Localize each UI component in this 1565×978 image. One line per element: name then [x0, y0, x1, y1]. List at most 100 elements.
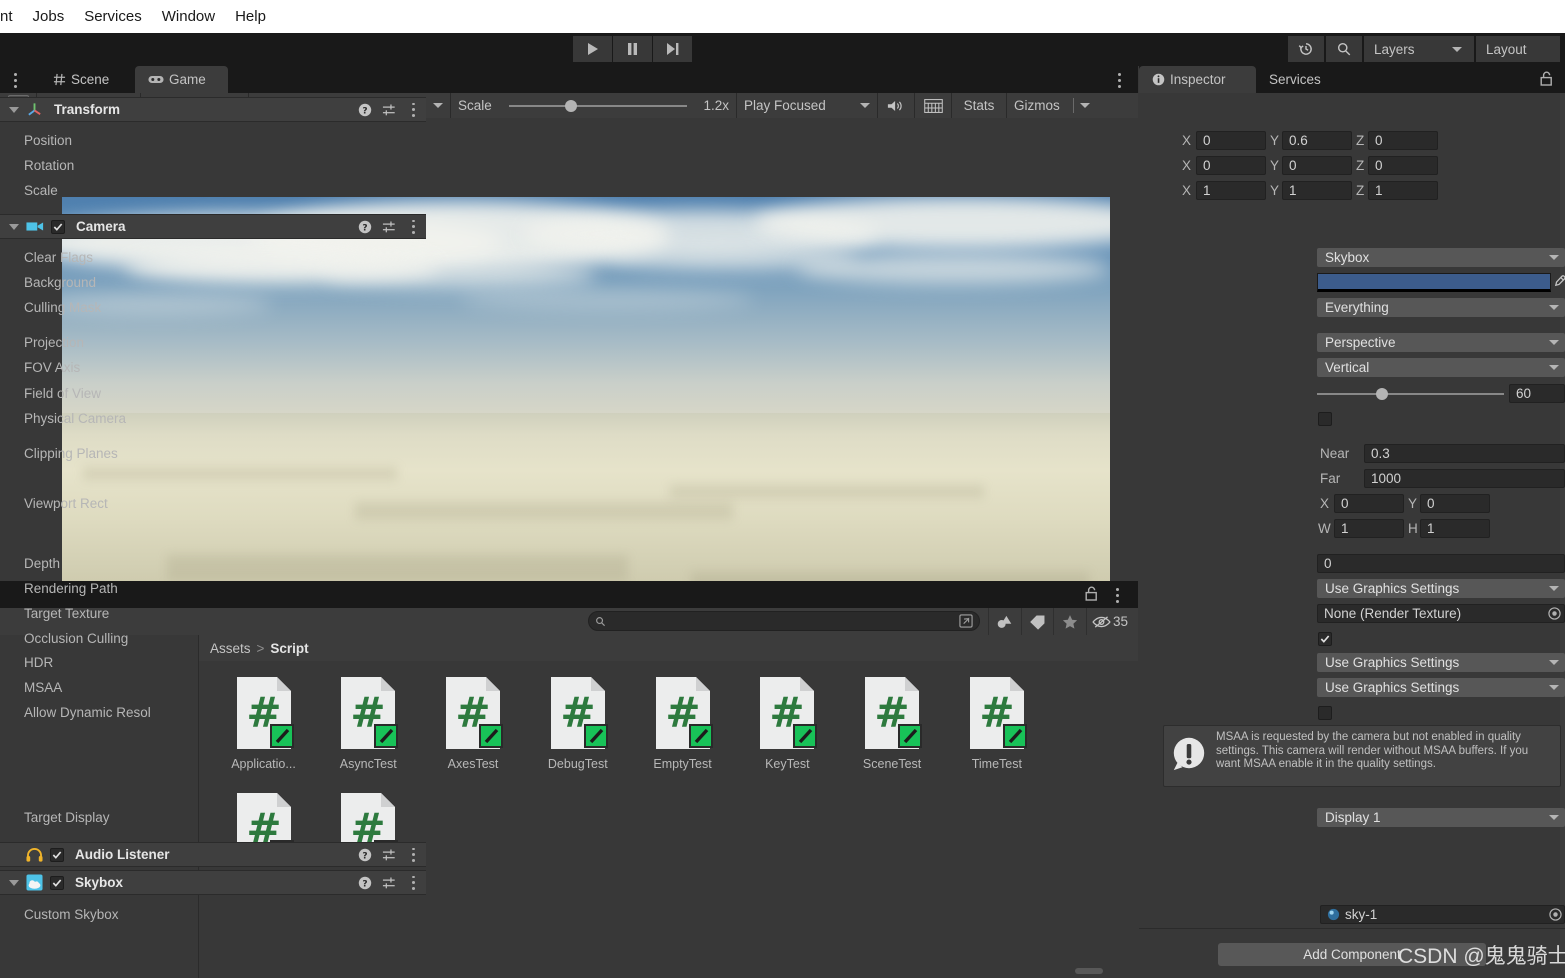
background-color-swatch[interactable] — [1317, 273, 1551, 292]
inspector-scrollbar[interactable] — [1560, 93, 1565, 978]
project-options-kebab-icon[interactable] — [1110, 584, 1124, 606]
eyedropper-icon[interactable] — [1553, 274, 1565, 291]
help-icon[interactable]: ? — [358, 103, 372, 117]
allow-dynamic-resolution-checkbox[interactable] — [1318, 705, 1332, 720]
preset-icon[interactable] — [382, 220, 396, 234]
menu-item-jobs[interactable]: Jobs — [23, 8, 75, 25]
projection-dropdown[interactable]: Perspective — [1317, 333, 1565, 352]
rendering-path-dropdown[interactable]: Use Graphics Settings — [1317, 579, 1565, 598]
object-picker-icon[interactable] — [1548, 607, 1561, 620]
game-panel-options-kebab-icon[interactable] — [1112, 69, 1126, 91]
position-z-field[interactable]: 0 — [1368, 131, 1438, 150]
pause-button[interactable] — [613, 36, 652, 62]
stats-button[interactable]: Stats — [952, 93, 1006, 118]
viewport-x-field[interactable]: 0 — [1334, 494, 1404, 513]
asset-item[interactable]: # KeyTest — [737, 675, 838, 771]
viewport-y-field[interactable]: 0 — [1420, 494, 1490, 513]
preset-icon[interactable] — [382, 103, 396, 117]
favorites-button[interactable] — [1053, 608, 1085, 635]
menu-item-nt[interactable]: nt — [0, 8, 23, 25]
occlusion-culling-checkbox[interactable] — [1318, 631, 1332, 646]
foldout-arrow-icon[interactable] — [9, 106, 19, 113]
filter-by-label-button[interactable] — [1021, 608, 1053, 635]
clear-flags-dropdown[interactable]: Skybox — [1317, 248, 1565, 267]
component-menu-kebab-icon[interactable] — [406, 102, 420, 117]
step-button[interactable] — [653, 36, 692, 62]
project-zoom-slider[interactable] — [1075, 968, 1103, 974]
preset-icon[interactable] — [382, 876, 396, 890]
component-header-transform[interactable]: Transform ? — [0, 97, 426, 122]
fov-slider[interactable] — [1317, 387, 1504, 401]
scale-slider[interactable] — [508, 99, 687, 113]
search-icon[interactable] — [1326, 36, 1362, 62]
layout-dropdown[interactable]: Layout — [1476, 36, 1560, 62]
component-menu-kebab-icon[interactable] — [406, 847, 420, 862]
hidden-assets-count[interactable]: 35 — [1086, 608, 1128, 635]
asset-item[interactable]: # TimeTest — [946, 675, 1047, 771]
object-picker-icon[interactable] — [1549, 908, 1562, 921]
layers-dropdown[interactable]: Layers — [1364, 36, 1474, 62]
help-icon[interactable]: ? — [358, 876, 372, 890]
play-button[interactable] — [573, 36, 612, 62]
viewport-w-field[interactable]: 1 — [1334, 519, 1404, 538]
component-header-camera[interactable]: Camera ? — [0, 214, 426, 239]
panel-menu-kebab-icon[interactable] — [8, 69, 22, 91]
help-icon[interactable]: ? — [358, 848, 372, 862]
position-y-field[interactable]: 0.6 — [1282, 131, 1352, 150]
history-icon[interactable] — [1288, 36, 1324, 62]
gizmos-dropdown[interactable] — [1074, 93, 1096, 118]
rotation-z-field[interactable]: 0 — [1368, 156, 1438, 175]
asset-item[interactable]: # SceneTest — [842, 675, 943, 771]
component-header-audio-listener[interactable]: Audio Listener ? — [0, 842, 426, 867]
tab-inspector[interactable]: Inspector — [1139, 66, 1256, 93]
tab-scene[interactable]: Scene — [40, 66, 128, 93]
viewport-h-field[interactable]: 1 — [1420, 519, 1490, 538]
mute-audio-button[interactable] — [878, 93, 914, 118]
msaa-dropdown[interactable]: Use Graphics Settings — [1317, 678, 1565, 697]
project-lock-icon[interactable] — [1085, 586, 1098, 604]
scale-slider-group[interactable]: Scale 1.2x — [451, 93, 736, 118]
hdr-dropdown[interactable]: Use Graphics Settings — [1317, 653, 1565, 672]
menu-item-window[interactable]: Window — [152, 8, 225, 25]
scale-x-field[interactable]: 1 — [1196, 181, 1266, 200]
filter-by-type-button[interactable] — [988, 608, 1020, 635]
scale-y-field[interactable]: 1 — [1282, 181, 1352, 200]
target-display-dropdown[interactable]: Display 1 — [1317, 808, 1565, 827]
project-search-input[interactable] — [588, 611, 980, 631]
component-header-skybox[interactable]: Skybox ? — [0, 870, 426, 895]
scale-z-field[interactable]: 1 — [1368, 181, 1438, 200]
help-icon[interactable]: ? — [358, 220, 372, 234]
foldout-arrow-icon[interactable] — [9, 223, 19, 230]
position-x-field[interactable]: 0 — [1196, 131, 1266, 150]
menu-item-help[interactable]: Help — [225, 8, 276, 25]
component-menu-kebab-icon[interactable] — [406, 219, 420, 234]
physical-camera-checkbox[interactable] — [1318, 411, 1332, 426]
gizmos-button[interactable]: Gizmos — [1007, 93, 1073, 118]
rotation-y-field[interactable]: 0 — [1282, 156, 1352, 175]
tab-services[interactable]: Services — [1256, 66, 1352, 93]
fov-axis-dropdown[interactable]: Vertical — [1317, 358, 1565, 377]
fov-slider-knob[interactable] — [1376, 387, 1388, 400]
playmode-focus-dropdown[interactable]: Play Focused — [737, 93, 877, 118]
skybox-enabled-checkbox[interactable] — [50, 875, 64, 890]
tab-game[interactable]: Game — [135, 66, 228, 93]
clipping-far-field[interactable]: 1000 — [1364, 469, 1565, 488]
project-search-field[interactable] — [611, 614, 959, 628]
custom-skybox-objectfield[interactable]: sky-1 — [1320, 905, 1565, 924]
camera-enabled-checkbox[interactable] — [51, 219, 65, 234]
stats-grid-button[interactable] — [915, 93, 951, 118]
clipping-near-field[interactable]: 0.3 — [1364, 444, 1565, 463]
menu-item-services[interactable]: Services — [74, 8, 152, 25]
asset-item[interactable]: # AxesTest — [423, 675, 524, 771]
culling-mask-dropdown[interactable]: Everything — [1317, 298, 1565, 317]
target-texture-objectfield[interactable]: None (Render Texture) — [1317, 604, 1565, 623]
asset-item[interactable]: # DebugTest — [527, 675, 628, 771]
foldout-arrow-icon[interactable] — [9, 879, 19, 886]
field-of-view-value[interactable]: 60 — [1509, 384, 1565, 403]
rotation-x-field[interactable]: 0 — [1196, 156, 1266, 175]
component-menu-kebab-icon[interactable] — [406, 875, 420, 890]
scale-slider-knob[interactable] — [564, 99, 577, 112]
asset-item[interactable]: # EmptyTest — [632, 675, 733, 771]
depth-field[interactable]: 0 — [1317, 554, 1565, 573]
inspector-lock-icon[interactable] — [1540, 71, 1553, 89]
